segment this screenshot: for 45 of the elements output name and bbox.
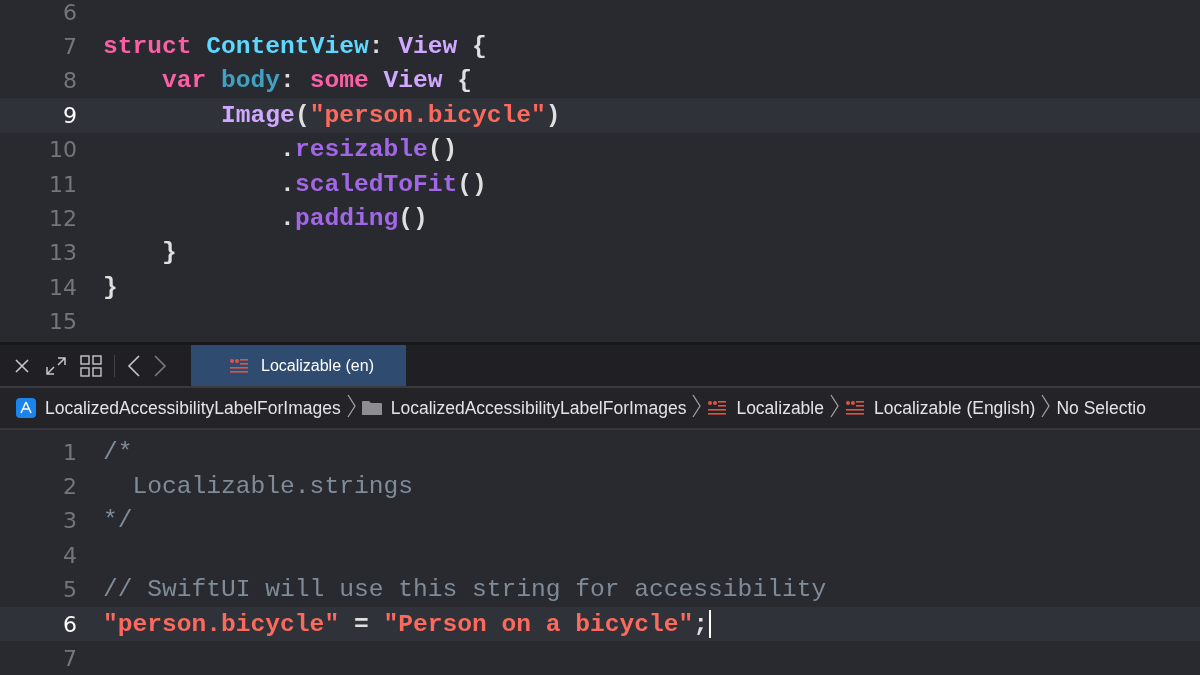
line-number: 8 <box>62 68 77 94</box>
line-number: 7 <box>62 646 77 672</box>
code-line: } <box>161 239 177 267</box>
code-line: .padding() <box>279 205 428 233</box>
chevron-icon <box>1041 394 1051 418</box>
line-number: 2 <box>62 474 77 500</box>
code-line: } <box>103 273 118 301</box>
line-number: 10 <box>48 137 77 163</box>
line-number: 14 <box>48 274 77 300</box>
editor-tab[interactable]: Localizable (en) <box>191 345 406 386</box>
strings-file-icon <box>229 356 249 375</box>
code-line: struct ContentView: View { <box>103 33 487 61</box>
line-number: 4 <box>62 542 77 568</box>
code-line: /* <box>103 438 133 466</box>
line-number: 11 <box>48 171 77 197</box>
chevron-icon <box>692 394 702 418</box>
breadcrumb-item[interactable]: LocalizedAccessibilityLabelForImages <box>390 397 687 419</box>
line-number: 6 <box>62 0 77 25</box>
breadcrumb-item[interactable]: No Selectio <box>1056 397 1146 419</box>
code-line: .resizable() <box>279 136 458 164</box>
code-line: Localizable.strings <box>131 473 413 501</box>
line-number: 9 <box>62 102 77 128</box>
strings-file-icon <box>844 399 865 417</box>
line-number: 7 <box>62 34 77 60</box>
code-line: "person.bicycle" = "Person on a bicycle"; <box>103 610 709 638</box>
code-line: // SwiftUI will use this string for accessibility <box>103 576 827 604</box>
breadcrumb-item[interactable]: Localizable <box>736 397 824 419</box>
code-line: Image("person.bicycle") <box>220 101 561 129</box>
line-number: 6 <box>62 611 77 637</box>
folder-icon <box>361 400 382 416</box>
line-number: 15 <box>48 309 77 335</box>
code-line: var body: some View { <box>161 67 472 95</box>
code-line: */ <box>103 507 133 535</box>
strings-file-icon <box>707 399 728 417</box>
chevron-icon <box>829 394 839 418</box>
breadcrumb-item[interactable]: LocalizedAccessibilityLabelForImages <box>45 397 341 419</box>
line-number: 13 <box>48 240 77 266</box>
line-number: 3 <box>62 508 77 534</box>
app-icon <box>16 398 36 418</box>
line-number: 1 <box>62 439 77 465</box>
chevron-icon <box>346 394 356 418</box>
line-number: 5 <box>62 577 77 603</box>
breadcrumb-item[interactable]: Localizable (English) <box>873 397 1036 419</box>
line-number: 12 <box>48 206 77 232</box>
code-line: .scaledToFit() <box>279 170 487 198</box>
